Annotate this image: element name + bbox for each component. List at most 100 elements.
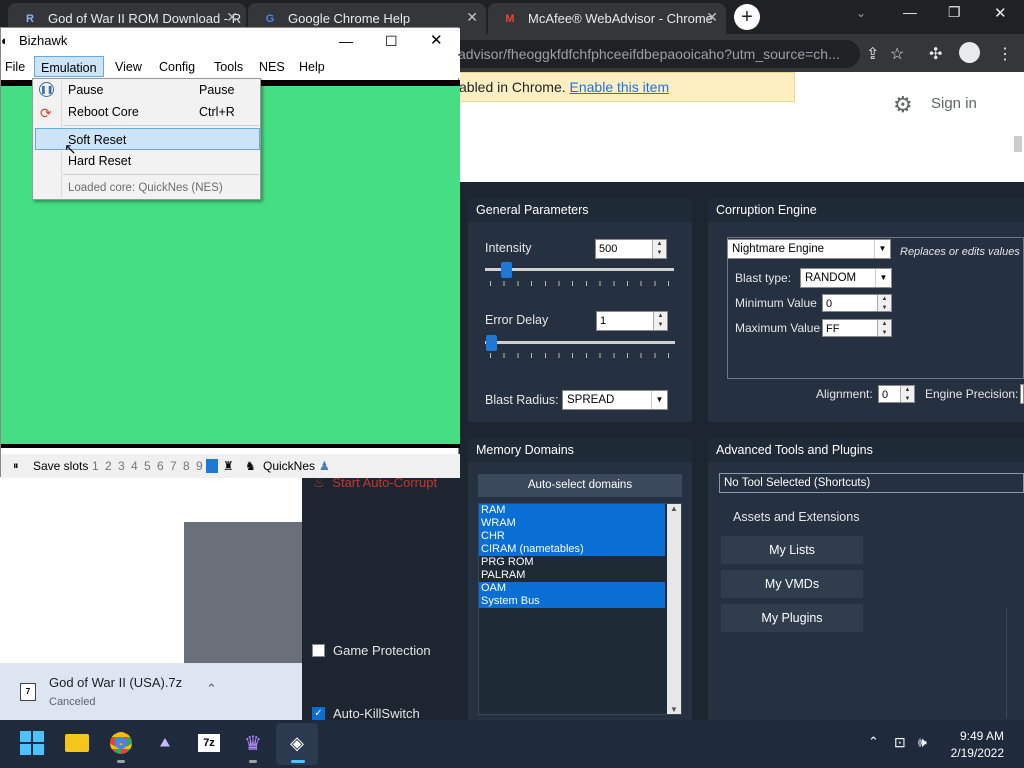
spinner-arrows-icon[interactable]: ▲ ▼: [653, 312, 667, 330]
settings-gear-icon[interactable]: ⚙: [893, 92, 913, 118]
list-item[interactable]: PALRAM: [479, 569, 665, 582]
emulation-menu: ❚❚ Pause Pause ⟳ Reboot Core Ctrl+R Soft…: [32, 78, 261, 200]
menu-emulation[interactable]: Emulation: [34, 56, 104, 77]
windows-start-icon[interactable]: [17, 728, 47, 758]
clock-time[interactable]: 9:49 AM: [944, 729, 1004, 743]
close-window-icon[interactable]: ✕: [994, 4, 1007, 22]
list-item[interactable]: CIRAM (nametables): [479, 543, 665, 556]
rtc-taskbar-icon[interactable]: ◈: [282, 728, 312, 758]
chevron-up-icon[interactable]: ⌃: [206, 681, 217, 697]
spinner-arrows-icon[interactable]: ▲ ▼: [877, 295, 891, 311]
intensity-slider-thumb[interactable]: [501, 262, 512, 278]
save-slot-7[interactable]: 7: [170, 454, 177, 478]
spinner-arrows-icon[interactable]: ▲ ▼: [877, 320, 891, 336]
list-item[interactable]: System Bus: [479, 595, 665, 608]
tool-select-dropdown[interactable]: No Tool Selected (Shortcuts): [719, 473, 1024, 493]
download-item[interactable]: 7 God of War II (USA).7z Canceled ⌃: [0, 663, 302, 720]
menu-view[interactable]: View: [109, 56, 148, 78]
menu-item-reboot-core[interactable]: ⟳ Reboot Core Ctrl+R: [35, 101, 260, 123]
intensity-slider-track[interactable]: [485, 268, 674, 271]
chevron-up-icon[interactable]: ⌃: [868, 734, 879, 750]
minimum-value-input[interactable]: 0 ▲ ▼: [822, 294, 892, 312]
network-icon[interactable]: ⊡: [894, 734, 906, 751]
game-protection-checkbox[interactable]: [312, 644, 325, 657]
list-item[interactable]: RAM: [479, 504, 665, 517]
engine-precision-input[interactable]: [1020, 384, 1024, 404]
new-tab-button[interactable]: +: [734, 4, 760, 30]
chrome-menu-icon[interactable]: ⋮: [997, 44, 1013, 64]
save-slot-2[interactable]: 2: [105, 454, 112, 478]
alignment-label: Alignment:: [816, 387, 873, 401]
window-title: Bizhawk: [19, 33, 68, 48]
menu-tools[interactable]: Tools: [208, 56, 249, 78]
menu-file[interactable]: File: [0, 56, 31, 78]
volume-icon[interactable]: 🕪: [918, 734, 927, 751]
enable-item-link[interactable]: Enable this item: [570, 79, 670, 95]
engine-dropdown[interactable]: Nightmare Engine ▼: [727, 239, 891, 259]
save-slot-3[interactable]: 3: [118, 454, 125, 478]
chevron-down-icon: ▼: [874, 240, 890, 258]
close-window-icon[interactable]: ✕: [430, 28, 443, 54]
error-delay-slider-track[interactable]: [485, 341, 675, 344]
close-tab-icon[interactable]: ✕: [226, 9, 238, 26]
save-slot-5[interactable]: 5: [144, 454, 151, 478]
error-delay-input[interactable]: 1 ▲ ▼: [596, 311, 668, 331]
alignment-input[interactable]: 0 ▲ ▼: [878, 385, 915, 403]
file-explorer-icon[interactable]: [62, 728, 92, 758]
save-slot-4[interactable]: 4: [131, 454, 138, 478]
menu-item-pause[interactable]: ❚❚ Pause Pause: [35, 79, 260, 101]
menu-nes[interactable]: NES: [253, 56, 291, 78]
page-scrollbar[interactable]: [1014, 136, 1022, 152]
close-tab-icon[interactable]: ✕: [466, 9, 478, 26]
bizhawk-titlebar: ◐ Bizhawk — ☐ ✕: [1, 28, 460, 54]
minimize-icon[interactable]: —: [903, 4, 917, 20]
blast-type-dropdown[interactable]: RANDOM ▼: [800, 268, 892, 288]
extensions-icon[interactable]: ✣: [929, 44, 942, 64]
save-slot-8[interactable]: 8: [183, 454, 190, 478]
my-plugins-button[interactable]: My Plugins: [721, 604, 863, 632]
intensity-label: Intensity: [485, 241, 532, 255]
scroll-up-icon[interactable]: ▲: [667, 504, 681, 513]
minimize-icon[interactable]: —: [339, 28, 353, 54]
7zip-icon[interactable]: 7z: [194, 728, 224, 758]
menu-config[interactable]: Config: [153, 56, 201, 78]
maximum-value-input[interactable]: FF ▲ ▼: [822, 319, 892, 337]
maximize-icon[interactable]: ☐: [385, 28, 398, 54]
my-lists-button[interactable]: My Lists: [721, 536, 863, 564]
list-scrollbar[interactable]: ▲ ▼: [667, 504, 681, 714]
list-item[interactable]: WRAM: [479, 517, 665, 530]
rtc-launcher-icon[interactable]: ⯅: [150, 728, 180, 758]
sign-in-link[interactable]: Sign in: [931, 95, 977, 112]
spinner-arrows-icon[interactable]: ▲ ▼: [900, 386, 914, 402]
chevron-down-icon: ▼: [651, 391, 667, 409]
list-item[interactable]: CHR: [479, 530, 665, 543]
save-slot-6[interactable]: 6: [157, 454, 164, 478]
bizhawk-taskbar-icon[interactable]: ♛: [238, 728, 268, 758]
bookmark-star-icon[interactable]: ☆: [890, 44, 904, 64]
blast-radius-dropdown[interactable]: SPREAD ▼: [562, 390, 668, 410]
spinner-arrows-icon[interactable]: ▲ ▼: [652, 240, 666, 258]
intensity-input[interactable]: 500 ▲ ▼: [595, 239, 667, 259]
save-slot-9[interactable]: 9: [196, 454, 203, 478]
auto-killswitch-checkbox[interactable]: ✓: [312, 707, 325, 720]
restore-icon[interactable]: ❐: [948, 4, 961, 21]
error-delay-slider-thumb[interactable]: [486, 335, 497, 351]
tab-mcafee[interactable]: M McAfee® WebAdvisor - Chrome ✕: [488, 3, 726, 34]
tab-search-icon[interactable]: ⌄: [856, 6, 866, 20]
address-bar[interactable]: advisor/fheoggkfdfchfphceeifdbepaooicaho…: [440, 40, 860, 68]
clock-date[interactable]: 2/19/2022: [944, 746, 1004, 760]
auto-select-domains-button[interactable]: Auto-select domains: [478, 474, 682, 497]
list-item[interactable]: PRG ROM: [479, 556, 665, 569]
memory-domains-list[interactable]: RAM WRAM CHR CIRAM (nametables) PRG ROM …: [478, 503, 682, 715]
profile-avatar-icon[interactable]: [959, 42, 980, 63]
scroll-down-icon[interactable]: ▼: [667, 705, 681, 714]
close-tab-icon[interactable]: ✕: [706, 9, 718, 26]
share-icon[interactable]: ⇪: [866, 44, 879, 64]
my-vmds-button[interactable]: My VMDs: [721, 570, 863, 598]
pause-status-icon: ⏸: [13, 460, 19, 472]
menu-help[interactable]: Help: [293, 56, 331, 78]
chrome-icon[interactable]: [106, 728, 136, 758]
list-item[interactable]: OAM: [479, 582, 665, 595]
save-slot-1[interactable]: 1: [92, 454, 99, 478]
assets-extensions-label: Assets and Extensions: [733, 510, 860, 524]
